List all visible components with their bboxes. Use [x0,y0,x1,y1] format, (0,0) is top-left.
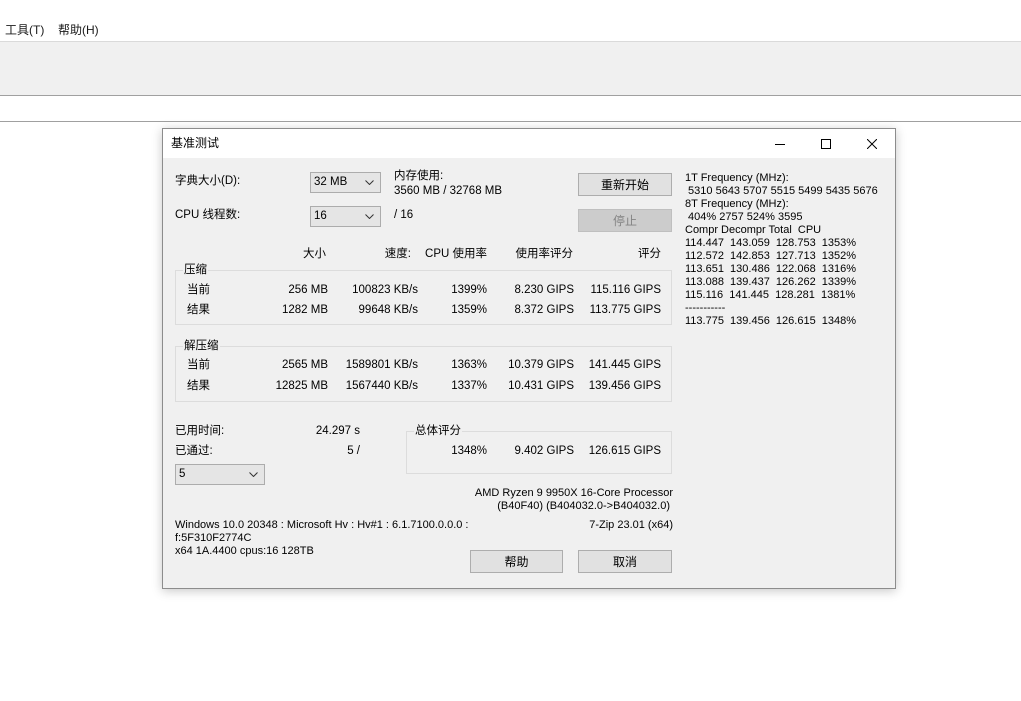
log-line: ----------- [685,302,726,314]
dialog-title: 基准测试 [171,136,220,150]
menu-bar: 工具(T) 帮助(H) [0,20,1021,40]
column-header-cpu-usage: CPU 使用率 [425,248,487,260]
log-line: 112.572 142.853 127.713 1352% [685,250,857,262]
menu-help[interactable]: 帮助(H) [58,23,99,37]
compress-result-speed: 99648 KB/s [358,304,418,316]
passes-select[interactable]: 5 [175,464,265,485]
total-rating: 126.615 GIPS [588,445,661,457]
decompress-group-title: 解压缩 [183,339,220,353]
close-icon [867,138,877,149]
log-line: 8T Frequency (MHz): [685,198,789,210]
compress-current-label: 当前 [187,284,210,296]
log-line: 113.088 139.437 126.262 1339% [685,276,857,288]
dictionary-size-value: 32 MB [314,176,348,188]
log-line: 114.447 143.059 128.753 1353% [685,237,857,249]
total-usage-rating: 9.402 GIPS [514,445,574,457]
log-line: 113.775 139.456 126.615 1348% [685,315,857,327]
compress-result-rating: 113.775 GIPS [589,304,661,316]
compress-group: 压缩 当前 256 MB 100823 KB/s 1399% 8.230 GIP… [175,263,672,325]
passed-value: 5 / [347,445,360,457]
system-info-line: f:5F310F2774C [175,532,252,544]
dictionary-size-label: 字典大小(D): [175,175,241,187]
menu-tools[interactable]: 工具(T) [5,23,44,37]
compress-current-usage-rating: 8.230 GIPS [514,284,574,296]
passed-label: 已通过: [175,445,213,457]
dictionary-size-select[interactable]: 32 MB [310,172,381,193]
chevron-down-icon [249,472,258,477]
toolbar-bottom-border [0,95,1021,96]
decompress-current-rating: 141.445 GIPS [588,359,661,371]
toolbar [0,42,1021,95]
log-line: 115.116 141.445 128.281 1381% [685,289,856,301]
app-version: 7-Zip 23.01 (x64) [589,519,673,531]
cpu-name: AMD Ryzen 9 9950X 16-Core Processor [474,487,673,499]
minimize-button[interactable] [757,129,803,158]
compress-result-usage-rating: 8.372 GIPS [514,304,574,316]
decompress-result-usage-rating: 10.431 GIPS [508,380,574,392]
decompress-result-cpu-usage: 1337% [451,380,487,392]
benchmark-log: 1T Frequency (MHz): 5310 5643 5707 5515 … [685,172,890,328]
decompress-group: 解压缩 当前 2565 MB 1589801 KB/s 1363% 10.379… [175,339,672,402]
log-line: 1T Frequency (MHz): [685,172,789,184]
system-info-line: x64 1A.4400 cpus:16 128TB [175,545,314,557]
compress-current-speed: 100823 KB/s [352,284,418,296]
cpu-threads-label: CPU 线程数: [175,209,241,221]
restart-button[interactable]: 重新开始 [578,173,672,196]
decompress-current-size: 2565 MB [281,359,328,371]
column-header-usage-rating: 使用率评分 [515,248,574,260]
decompress-result-size: 12825 MB [275,380,328,392]
system-info-line: Windows 10.0 20348 : Microsoft Hv : Hv#1… [175,519,469,531]
log-line: 404% 2757 524% 3595 [685,211,803,223]
maximize-button[interactable] [803,129,849,158]
log-line: 113.651 130.486 122.068 1316% [685,263,857,275]
cpu-threads-max: / 16 [394,209,414,221]
compress-current-cpu-usage: 1399% [451,284,487,296]
column-header-rating: 评分 [638,248,661,260]
compress-result-label: 结果 [187,304,210,316]
decompress-result-rating: 139.456 GIPS [588,380,661,392]
decompress-current-usage-rating: 10.379 GIPS [508,359,574,371]
chevron-down-icon [365,180,374,185]
decompress-current-speed: 1589801 KB/s [345,359,418,371]
decompress-result-label: 结果 [187,380,210,392]
log-line: 5310 5643 5707 5515 5499 5435 5676 [685,185,878,197]
log-line: Compr Decompr Total CPU [685,224,822,236]
compress-group-title: 压缩 [183,263,208,277]
column-header-speed: 速度: [384,248,411,260]
elapsed-time-value: 24.297 s [315,425,360,437]
memory-usage-value: 3560 MB / 32768 MB [394,185,503,197]
compress-result-cpu-usage: 1359% [451,304,487,316]
decompress-current-label: 当前 [187,359,210,371]
dialog-title-bar[interactable]: 基准测试 [163,129,895,158]
maximize-icon [821,138,831,149]
memory-usage-label: 内存使用: [394,170,444,182]
elapsed-time-label: 已用时间: [175,425,225,437]
chevron-down-icon [365,214,374,219]
decompress-current-cpu-usage: 1363% [451,359,487,371]
decompress-result-speed: 1567440 KB/s [345,380,418,392]
cancel-button[interactable]: 取消 [578,550,672,573]
compress-current-size: 256 MB [288,284,328,296]
address-bar-bottom-border [0,121,1021,122]
compress-result-size: 1282 MB [281,304,328,316]
close-button[interactable] [849,129,895,158]
stop-button[interactable]: 停止 [578,209,672,232]
cpu-threads-select[interactable]: 16 [310,206,381,227]
total-cpu-usage: 1348% [451,445,487,457]
column-header-size: 大小 [303,248,326,260]
total-rating-group: 总体评分 1348% 9.402 GIPS 126.615 GIPS [406,424,672,474]
total-rating-title: 总体评分 [414,424,462,438]
benchmark-dialog: 基准测试 字典大小(D): 32 MB 内存使用: 3560 MB / 3276… [162,128,896,589]
passes-select-value: 5 [179,468,186,480]
cpu-id: (B40F40) (B404032.0->B404032.0) [497,500,670,512]
cpu-threads-value: 16 [314,210,327,222]
compress-current-rating: 115.116 GIPS [590,284,661,296]
help-button[interactable]: 帮助 [470,550,563,573]
minimize-icon [775,143,785,145]
